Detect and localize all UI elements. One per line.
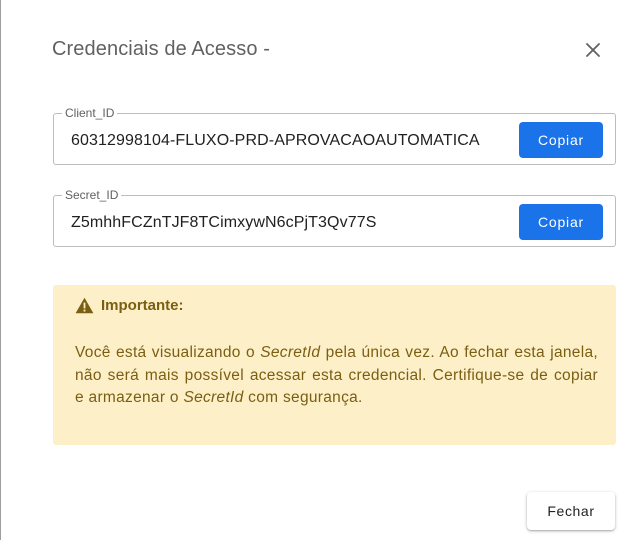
secret-id-label: Secret_ID (65, 188, 119, 202)
secret-id-field: Secret_ID Z5mhhFCZnTJF8TCimxywN6cPjT3Qv7… (53, 189, 616, 247)
page-left-border (0, 0, 10, 540)
alert-title: Importante: (101, 297, 184, 314)
alert-message: Você está visualizando o SecretId pela ú… (75, 342, 598, 410)
alert-emphasis: SecretId (183, 389, 244, 406)
important-alert: Importante: Você está visualizando o Sec… (53, 285, 616, 445)
alert-text: Você está visualizando o (75, 344, 261, 361)
close-icon (582, 39, 604, 61)
secret-id-value: Z5mhhFCZnTJF8TCimxywN6cPjT3Qv77S (71, 214, 377, 231)
credentials-dialog: Credenciais de Acesso - Client_ID 603129… (10, 8, 626, 540)
copy-secret-id-button[interactable]: Copiar (519, 204, 603, 240)
alert-text: com segurança. (243, 389, 363, 406)
copy-client-id-button[interactable]: Copiar (519, 122, 603, 158)
client-id-value: 60312998104-FLUXO-PRD-APROVACAOAUTOMATIC… (71, 132, 480, 149)
alert-emphasis: SecretId (260, 344, 321, 361)
dialog-title: Credenciais de Acesso - (52, 38, 270, 60)
alert-header: Importante: (75, 297, 184, 314)
close-button[interactable] (582, 39, 604, 61)
fechar-button[interactable]: Fechar (527, 492, 615, 530)
warning-icon (75, 297, 101, 314)
client-id-field: Client_ID 60312998104-FLUXO-PRD-APROVACA… (53, 107, 616, 165)
client-id-label: Client_ID (65, 106, 115, 120)
